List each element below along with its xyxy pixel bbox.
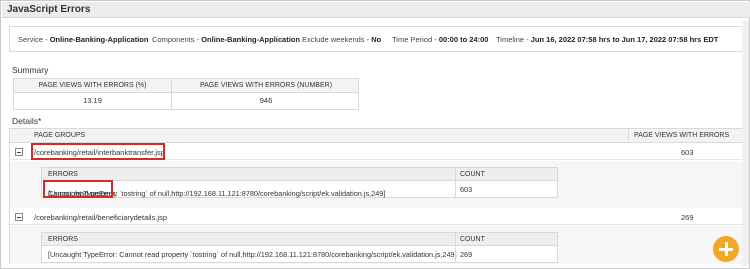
error-subpanel: ERRORS COUNT [Uncaught TypeError: Cannot… bbox=[10, 161, 742, 208]
filter-timeline: Timeline - Jun 16, 2022 07:58 hrs to Jun… bbox=[496, 35, 719, 44]
highlight-box-page-group bbox=[31, 143, 165, 160]
collapse-icon[interactable] bbox=[15, 213, 23, 221]
error-col-errors: ERRORS bbox=[48, 171, 78, 178]
error-table: ERRORS COUNT [Uncaught TypeError: Cannot… bbox=[41, 232, 558, 263]
details-header-row: PAGE GROUPS PAGE VIEWS WITH ERRORS bbox=[10, 129, 742, 143]
error-row: [Uncaught TypeError: Cannot read propert… bbox=[42, 246, 557, 262]
error-table: ERRORS COUNT [Uncaught TypeError: Cannot… bbox=[41, 167, 558, 198]
filter-components: Components - Online-Banking-Application bbox=[152, 35, 300, 44]
page-group-count: 603 bbox=[681, 148, 694, 157]
error-col-count: COUNT bbox=[460, 236, 485, 243]
summary-percent-value: 13.19 bbox=[83, 96, 102, 105]
title-bar: JavaScript Errors bbox=[2, 2, 750, 18]
summary-table: PAGE VIEWS WITH ERRORS (%) PAGE VIEWS WI… bbox=[13, 78, 359, 110]
filter-bar: Service - Online-Banking-Application Com… bbox=[9, 26, 743, 52]
details-heading: Details* bbox=[12, 116, 42, 126]
plus-icon[interactable] bbox=[713, 236, 739, 262]
summary-heading: Summary bbox=[12, 65, 49, 75]
error-col-count: COUNT bbox=[460, 171, 485, 178]
summary-header-row: PAGE VIEWS WITH ERRORS (%) PAGE VIEWS WI… bbox=[14, 79, 358, 93]
filter-time-period: Time Period - 00:00 to 24:00 bbox=[392, 35, 489, 44]
details-col-page-views: PAGE VIEWS WITH ERRORS bbox=[634, 132, 730, 139]
error-subpanel: ERRORS COUNT [Uncaught TypeError: Cannot… bbox=[10, 226, 742, 264]
error-col-errors: ERRORS bbox=[48, 236, 78, 243]
filter-service: Service - Online-Banking-Application bbox=[18, 35, 149, 44]
page-group-path[interactable]: /corebanking/retail/beneficiarydetails.j… bbox=[34, 213, 167, 222]
summary-value-row: 13.19 946 bbox=[14, 93, 358, 109]
page-group-count: 269 bbox=[681, 213, 694, 222]
report-window: JavaScript Errors Service - Online-Banki… bbox=[0, 0, 750, 269]
details-asterisk: * bbox=[37, 116, 42, 126]
error-message: [Uncaught TypeError: Cannot read propert… bbox=[48, 250, 457, 259]
summary-number-value: 946 bbox=[259, 96, 273, 105]
error-row: [Uncaught TypeError: Cannot read propert… bbox=[42, 181, 557, 198]
filter-exclude-weekends: Exclude weekends - No bbox=[302, 35, 382, 44]
error-header-row: ERRORS COUNT bbox=[42, 233, 557, 246]
error-header-row: ERRORS COUNT bbox=[42, 168, 557, 181]
error-count: 269 bbox=[460, 250, 473, 259]
collapse-icon[interactable] bbox=[15, 148, 23, 156]
error-count: 603 bbox=[460, 185, 473, 194]
summary-col-percent: PAGE VIEWS WITH ERRORS (%) bbox=[38, 82, 147, 89]
details-col-page-groups: PAGE GROUPS bbox=[34, 132, 86, 139]
highlight-box-error-type bbox=[43, 180, 113, 198]
vertical-scrollbar[interactable] bbox=[742, 20, 749, 266]
window-title: JavaScript Errors bbox=[7, 4, 91, 15]
summary-col-number: PAGE VIEWS WITH ERRORS (NUMBER) bbox=[199, 82, 333, 89]
page-group-row[interactable]: /corebanking/retail/beneficiarydetails.j… bbox=[10, 209, 742, 225]
